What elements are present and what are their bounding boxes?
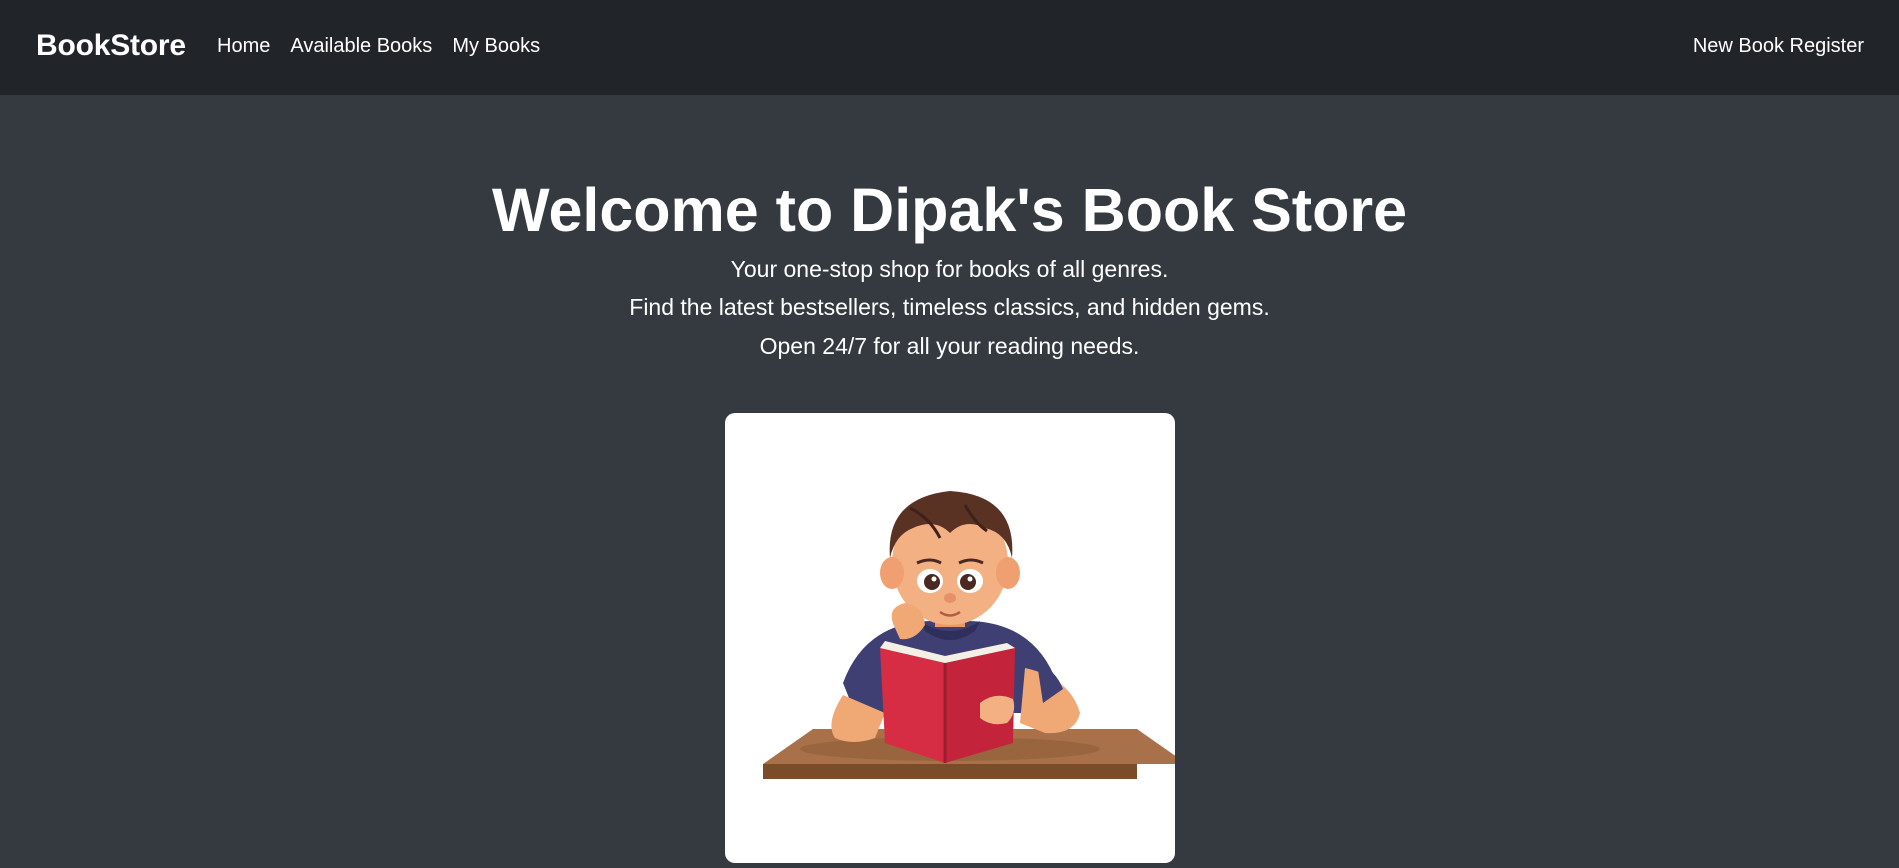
navbar: BookStore Home Available Books My Books … <box>0 0 1899 95</box>
brand-logo-link[interactable]: BookStore <box>36 29 186 63</box>
nav-link-home[interactable]: Home <box>217 35 270 57</box>
page-title: Welcome to Dipak's Book Store <box>491 176 1408 244</box>
hero-tagline-2: Find the latest bestsellers, timeless cl… <box>629 294 1270 320</box>
boy-reading-book-illustration <box>763 491 1175 779</box>
nav-links: Home Available Books My Books <box>217 35 560 57</box>
nav-link-available-books[interactable]: Available Books <box>290 35 432 57</box>
nav-link-new-book-register[interactable]: New Book Register <box>1693 35 1864 57</box>
hero-image-card <box>725 413 1175 863</box>
hero-tagline-3: Open 24/7 for all your reading needs. <box>759 333 1140 359</box>
hand-book <box>980 695 1015 725</box>
nav-link-my-books[interactable]: My Books <box>452 35 540 57</box>
desk-edge <box>763 764 1137 779</box>
hero-tagline-1: Your one-stop shop for books of all genr… <box>730 256 1169 282</box>
